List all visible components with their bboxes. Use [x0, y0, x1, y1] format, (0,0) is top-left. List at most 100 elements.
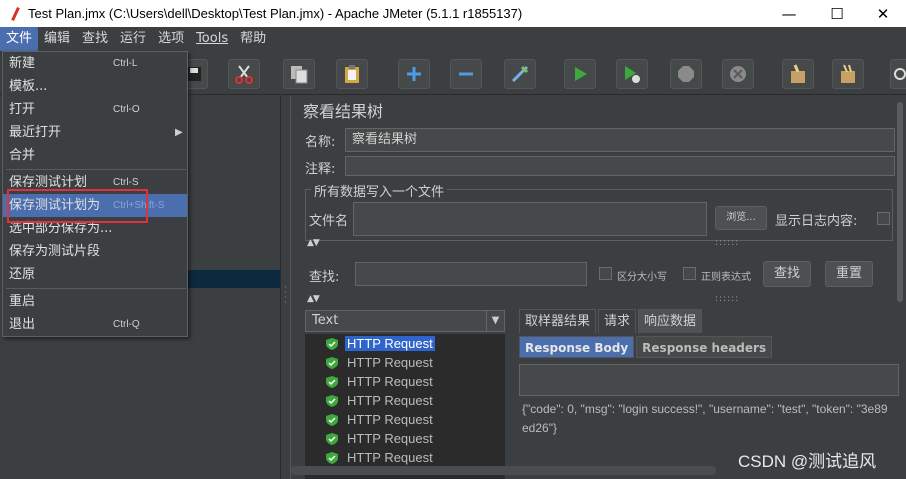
menu-search[interactable]: 查找 — [76, 27, 114, 51]
menu-edit[interactable]: 编辑 — [38, 27, 76, 51]
list-item[interactable]: HTTP Request — [305, 372, 505, 391]
menu-item-label: 保存为测试片段 — [9, 244, 101, 259]
cut-button[interactable] — [228, 59, 260, 89]
search-input[interactable] — [355, 262, 587, 286]
comment-field[interactable] — [345, 156, 895, 176]
tree-splitter[interactable]: · · · · — [280, 96, 290, 479]
shutdown-button[interactable] — [722, 59, 754, 89]
menu-run[interactable]: 运行 — [114, 27, 152, 51]
show-log-checkbox[interactable] — [877, 212, 890, 225]
result-label: HTTP Request — [347, 374, 433, 389]
plus-icon — [407, 67, 421, 81]
response-search-box[interactable] — [519, 364, 899, 396]
regex-label: 正则表达式 — [701, 272, 751, 283]
case-sensitive-checkbox[interactable] — [599, 267, 612, 280]
list-item[interactable]: HTTP Request — [305, 448, 505, 467]
search-toolbar-button[interactable] — [890, 59, 906, 89]
page-title: 察看结果树 — [303, 102, 384, 121]
clear-button[interactable] — [782, 59, 814, 89]
stop-button[interactable] — [670, 59, 702, 89]
window-title: Test Plan.jmx (C:\Users\dell\Desktop\Tes… — [28, 6, 523, 21]
list-item[interactable]: HTTP Request — [305, 410, 505, 429]
menu-separator — [6, 288, 186, 289]
menu-item-accelerator: Ctrl-L — [113, 58, 138, 69]
expand-all-button[interactable] — [398, 59, 430, 89]
menu-options[interactable]: 选项 — [152, 27, 190, 51]
maximize-button[interactable]: ☐ — [814, 0, 860, 27]
minimize-button[interactable]: — — [766, 0, 812, 27]
menu-item-restart[interactable]: 重启 — [3, 290, 187, 313]
menu-item-label: 还原 — [9, 267, 36, 282]
chevron-down-icon[interactable]: ▼ — [486, 311, 504, 331]
list-item[interactable]: HTTP Request — [305, 334, 505, 353]
divider-grip[interactable]: :::::: — [715, 238, 739, 248]
collapse-all-button[interactable] — [450, 59, 482, 89]
menu-item-recent[interactable]: 最近打开 ▶ — [3, 121, 187, 144]
menu-item-save-fragment[interactable]: 保存为测试片段 — [3, 240, 187, 263]
play-icon — [575, 67, 587, 81]
reset-button[interactable]: 重置 — [825, 261, 873, 287]
menu-item-label: 最近打开 — [9, 125, 62, 140]
tree-selected-row[interactable] — [185, 270, 280, 288]
start-button[interactable] — [564, 59, 596, 89]
results-list[interactable]: HTTP Request HTTP Request HTTP Request H… — [305, 334, 505, 479]
menu-item-new[interactable]: 新建 Ctrl-L — [3, 52, 187, 75]
success-shield-icon — [326, 413, 338, 426]
paste-icon — [345, 65, 359, 83]
menu-item-label: 退出 — [9, 317, 36, 332]
name-label: 名称: — [305, 135, 336, 150]
toggle-button[interactable] — [504, 59, 536, 89]
list-item[interactable]: HTTP Request — [305, 391, 505, 410]
paste-button[interactable] — [336, 59, 368, 89]
success-shield-icon — [326, 394, 338, 407]
menu-item-exit[interactable]: 退出 Ctrl-Q — [3, 313, 187, 336]
result-label: HTTP Request — [345, 336, 435, 351]
browse-button[interactable]: 浏览... — [715, 206, 767, 230]
filename-input[interactable] — [353, 202, 707, 236]
result-label: HTTP Request — [347, 355, 433, 370]
start-no-pauses-button[interactable] — [616, 59, 648, 89]
menu-item-accelerator: Ctrl-O — [113, 104, 140, 115]
menu-item-merge[interactable]: 合并 — [3, 144, 187, 167]
regex-checkbox[interactable] — [683, 267, 696, 280]
result-label: HTTP Request — [347, 393, 433, 408]
collapse-arrows-2[interactable]: ▲▼ — [307, 294, 320, 304]
clear-all-button[interactable] — [832, 59, 864, 89]
menu-item-label: 重启 — [9, 294, 36, 309]
case-sensitive-label: 区分大小写 — [617, 272, 667, 283]
jmeter-feather-icon — [8, 7, 22, 21]
tab-response-data[interactable]: 响应数据 — [638, 309, 703, 333]
name-field[interactable]: 察看结果树 — [345, 128, 895, 152]
menu-item-open[interactable]: 打开 Ctrl-O — [3, 98, 187, 121]
menu-help[interactable]: 帮助 — [234, 27, 272, 51]
menu-item-revert[interactable]: 还原 — [3, 263, 187, 286]
vertical-scrollbar[interactable] — [897, 102, 903, 302]
result-tabs: 取样器结果 请求 响应数据 — [519, 309, 704, 333]
menu-item-label: 合并 — [9, 148, 36, 163]
tab-response-headers[interactable]: Response headers — [636, 336, 773, 358]
copy-button[interactable] — [283, 59, 315, 89]
tab-response-body[interactable]: Response Body — [519, 336, 635, 358]
copy-icon — [291, 66, 308, 84]
menu-item-templates[interactable]: 模板... — [3, 75, 187, 98]
menu-item-label: 模板... — [9, 79, 48, 94]
list-item[interactable]: HTTP Request — [305, 353, 505, 372]
jmeter-window: Test Plan.jmx (C:\Users\dell\Desktop\Tes… — [0, 0, 906, 479]
show-log-label: 显示日志内容: — [775, 214, 858, 229]
splitter-grip: · · · · — [284, 283, 287, 308]
tab-sampler-result[interactable]: 取样器结果 — [519, 309, 597, 333]
result-label: HTTP Request — [347, 431, 433, 446]
horizontal-scrollbar[interactable] — [291, 466, 716, 475]
filename-label: 文件名 — [309, 214, 349, 229]
divider-grip-2[interactable]: :::::: — [715, 294, 739, 304]
collapse-arrows[interactable]: ▲▼ — [307, 238, 320, 248]
list-item[interactable]: HTTP Request — [305, 429, 505, 448]
tab-request[interactable]: 请求 — [598, 309, 637, 333]
menu-tools[interactable]: Tools — [190, 27, 234, 51]
minus-icon — [459, 72, 473, 76]
renderer-select[interactable]: Text ▼ — [305, 310, 505, 332]
close-button[interactable]: ✕ — [860, 0, 906, 27]
menu-file[interactable]: 文件 — [0, 27, 39, 51]
find-button[interactable]: 查找 — [763, 261, 811, 287]
menu-bar: 文件 编辑 查找 运行 选项 Tools 帮助 — [0, 27, 906, 51]
